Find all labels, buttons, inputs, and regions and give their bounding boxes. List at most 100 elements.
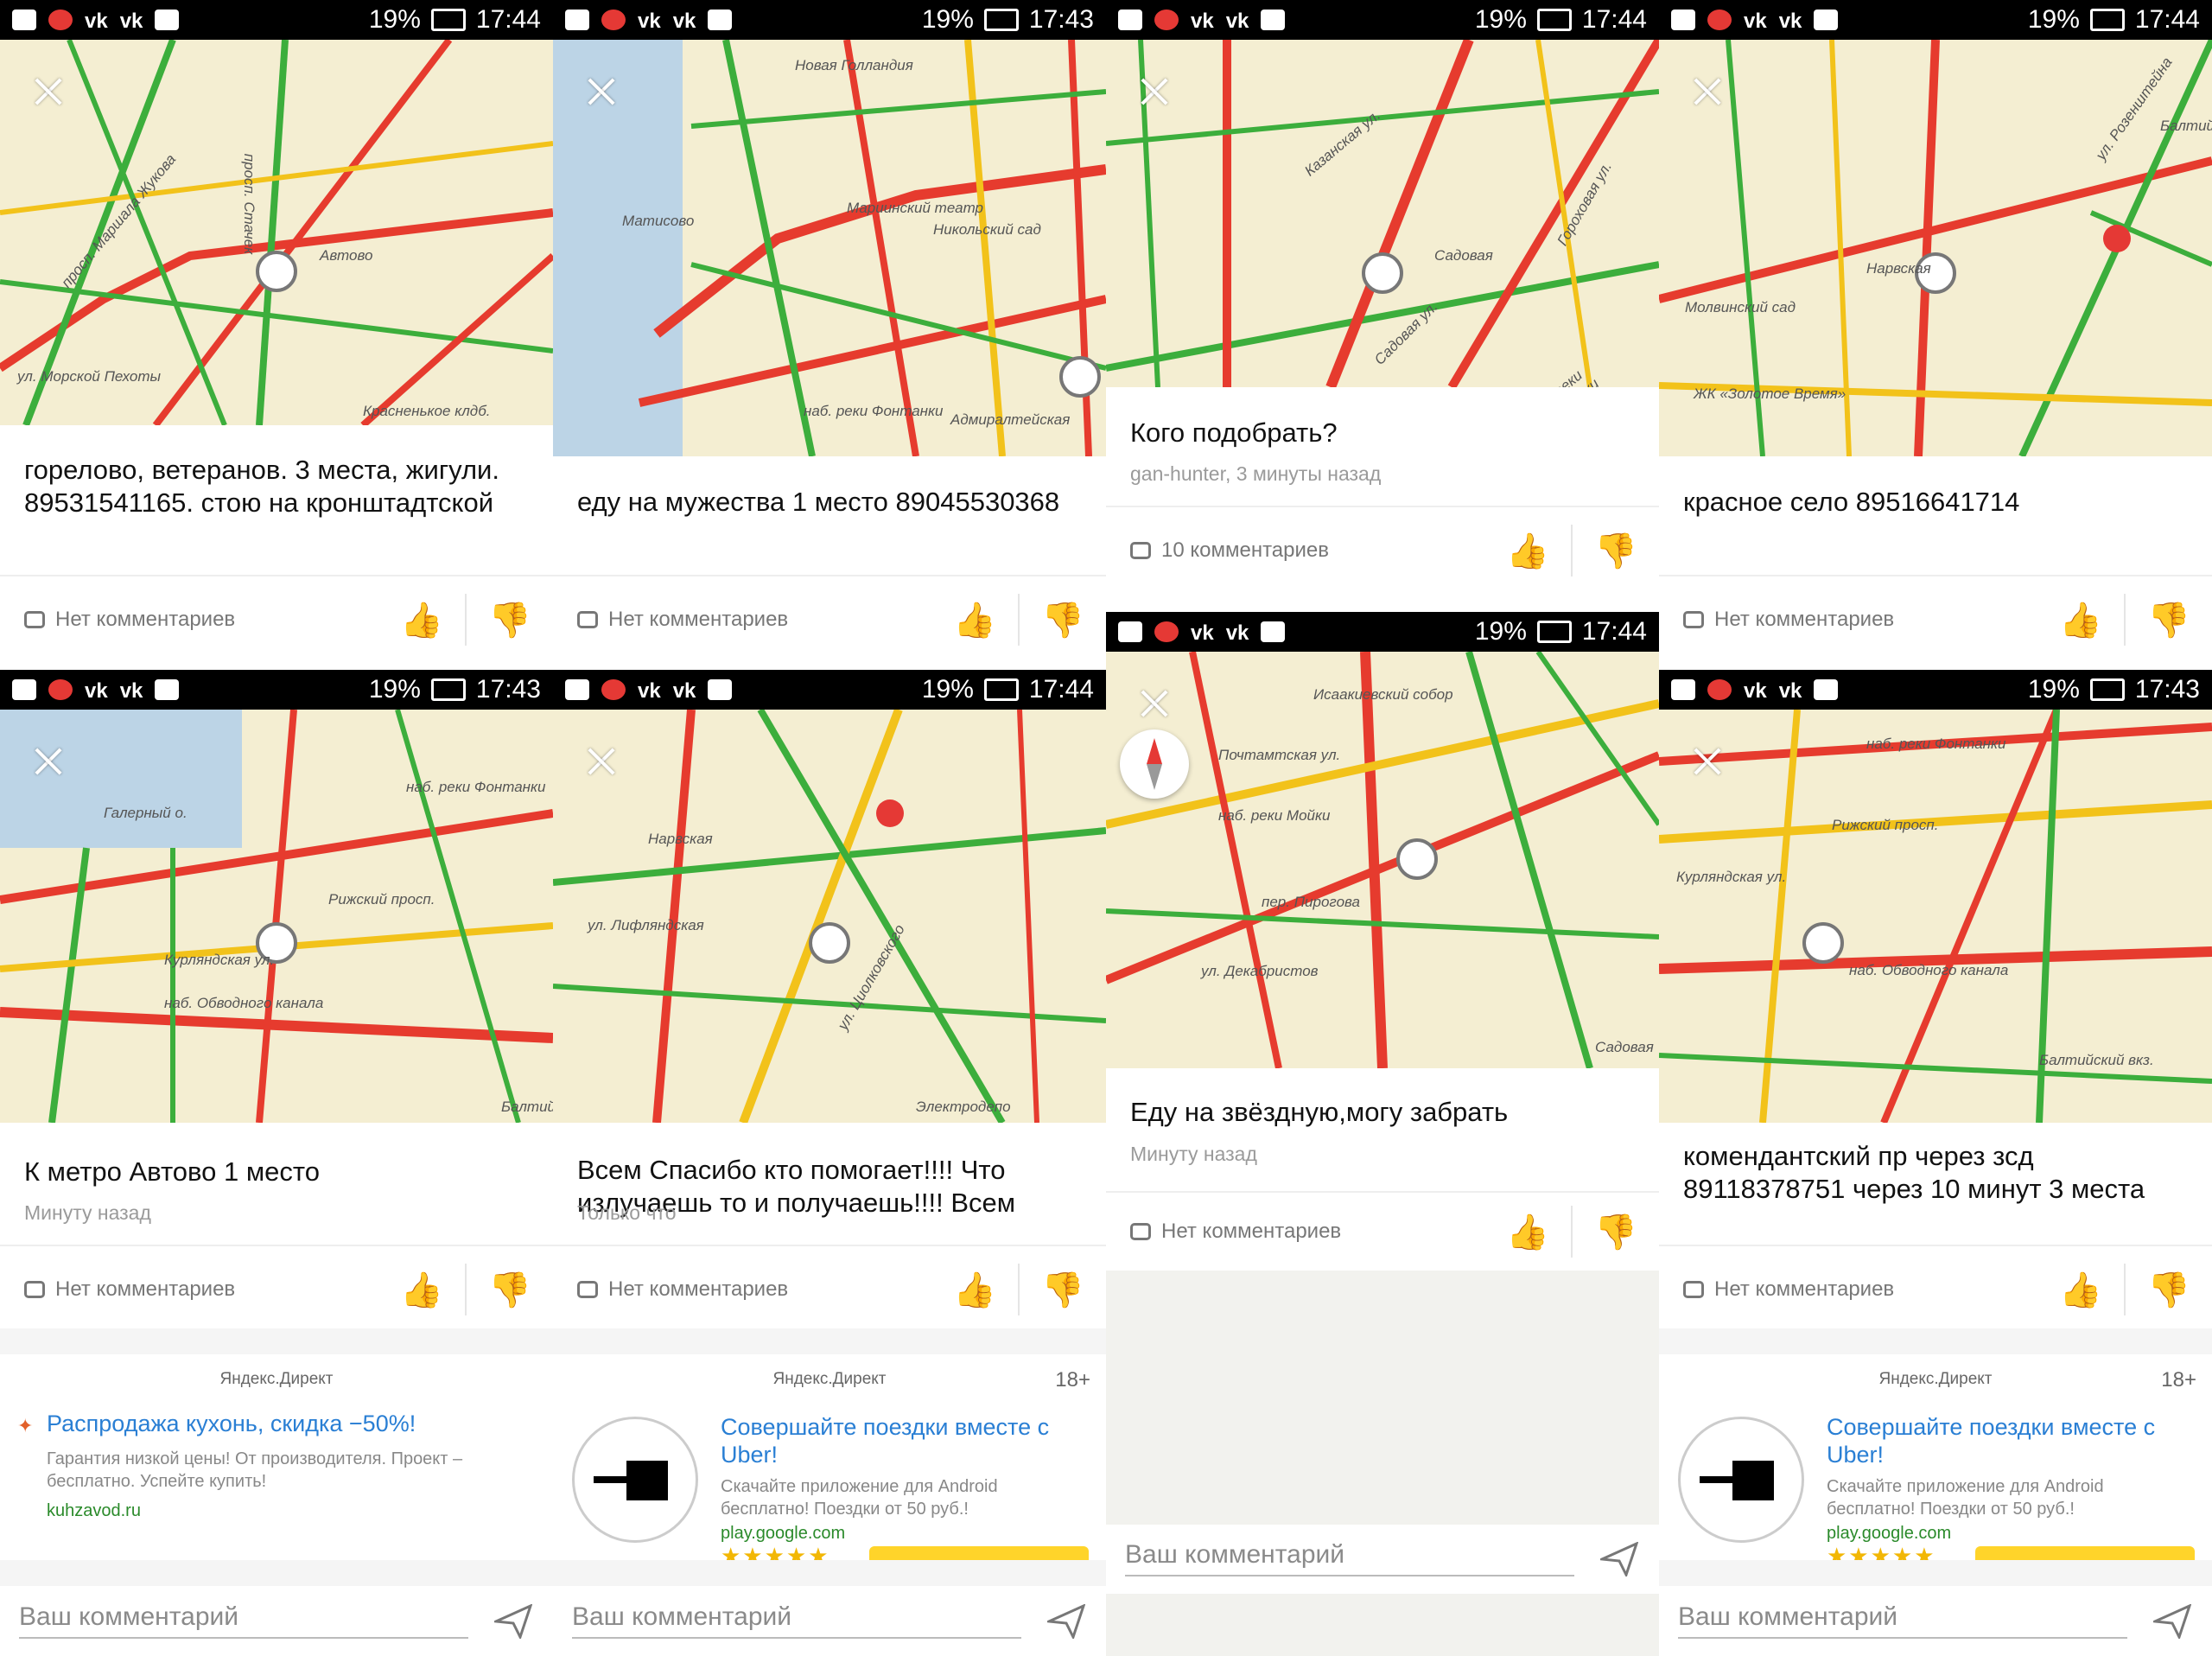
post-actions: Нет комментариев 👍 👎 [1659, 1251, 2212, 1328]
comments-link[interactable]: Нет комментариев [0, 608, 378, 632]
thumbs-down-icon[interactable]: 👎 [1020, 594, 1106, 646]
comments-link[interactable]: Нет комментариев [1659, 608, 2037, 632]
map-label: Балтийский вкз. [2039, 1052, 2154, 1068]
traffic-map[interactable]: Галерный о. наб. реки Фонтанки Рижский п… [0, 710, 553, 1123]
close-icon[interactable] [31, 744, 66, 779]
comments-link[interactable]: Нет комментариев [1106, 1220, 1484, 1244]
map-label: Рижский просп. [1832, 817, 1939, 833]
map-label: Красненькое клдб. [363, 403, 491, 419]
chat-icon [12, 10, 36, 30]
post-text: Кого подобрать? [1130, 417, 1338, 448]
comments-link[interactable]: Нет комментариев [553, 1277, 931, 1302]
thumbs-down-icon[interactable]: 👎 [467, 1264, 553, 1315]
traffic-map[interactable]: Нарвская ул. Лифляндская ул. Циолковског… [553, 710, 1106, 1123]
battery-percent: 19% [368, 5, 421, 34]
map-label: Нарвская [648, 831, 713, 847]
compass-icon[interactable] [1120, 729, 1189, 799]
close-icon[interactable] [1137, 74, 1172, 109]
traffic-map[interactable]: Новая Голландия Матисово Мариинский теат… [553, 40, 1106, 456]
clock: 17:43 [475, 675, 541, 704]
map-label: Матисово [622, 213, 695, 229]
app-icon [601, 10, 626, 30]
battery-icon [983, 9, 1019, 31]
send-icon[interactable] [1600, 1542, 1638, 1576]
comments-count: Нет комментариев [608, 1277, 789, 1301]
battery-alert-icon [708, 679, 733, 700]
comments-link[interactable]: Нет комментариев [553, 608, 931, 632]
comments-link[interactable]: Нет комментариев [0, 1277, 378, 1302]
post-meta: gan-hunter, 3 минуты назад [1130, 462, 1382, 485]
divider [0, 575, 553, 576]
battery-alert-icon [1261, 621, 1286, 642]
vk-icon: vk [638, 10, 661, 33]
traffic-map[interactable]: просп. Маршала Жукова просп. Стачек Авто… [0, 40, 553, 425]
thumbs-up-icon[interactable]: 👍 [378, 594, 465, 646]
thumbs-up-icon[interactable]: 👍 [1484, 1206, 1571, 1258]
ad-domain[interactable]: kuhzavod.ru [47, 1501, 141, 1521]
thumbs-down-icon[interactable]: 👎 [2126, 594, 2212, 646]
traffic-map[interactable]: Молвинский сад ЖК «Золотое Время» Нарвск… [1659, 40, 2212, 456]
send-icon[interactable] [494, 1604, 532, 1639]
thumbs-up-icon[interactable]: 👍 [931, 594, 1018, 646]
ad-title[interactable]: Совершайте поездки вместе с Uber! [721, 1413, 1092, 1468]
map-label: наб. Обводного канала [164, 995, 324, 1011]
divider [1659, 1245, 2212, 1246]
ad-description: Скачайте приложение для Android бесплатн… [1827, 1477, 2104, 1519]
ad-block[interactable]: Яндекс.Директ 18+ Совершайте поездки вме… [553, 1354, 1106, 1569]
status-bar: vk vk 19% 17:43 [0, 670, 553, 710]
battery-alert-icon [155, 10, 180, 30]
thumbs-down-icon[interactable]: 👎 [1020, 1264, 1106, 1315]
app-icon [601, 679, 626, 700]
close-icon[interactable] [584, 744, 619, 779]
status-bar: vk vk 19% 17:43 [1659, 670, 2212, 710]
comments-link[interactable]: Нет комментариев [1659, 1277, 2037, 1302]
thumbs-down-icon[interactable]: 👎 [1573, 525, 1659, 576]
ad-domain[interactable]: play.google.com [1827, 1524, 1951, 1544]
ad-block[interactable]: Яндекс.Директ 18+ Совершайте поездки вме… [1659, 1354, 2212, 1569]
chat-icon [565, 679, 589, 700]
chat-icon [12, 679, 36, 700]
traffic-map[interactable]: Исаакиевский собор Почтамтская ул. наб. … [1106, 652, 1659, 1068]
comment-input[interactable]: Ваш комментарий [1125, 1540, 1574, 1576]
comments-link[interactable]: 10 комментариев [1106, 538, 1484, 563]
comment-input[interactable]: Ваш комментарий [572, 1602, 1021, 1639]
send-icon[interactable] [1047, 1604, 1085, 1639]
thumbs-up-icon[interactable]: 👍 [2037, 1264, 2124, 1315]
divider [553, 1245, 1106, 1246]
thumbs-up-icon[interactable]: 👍 [1484, 525, 1571, 576]
traffic-map[interactable]: Садовая ул. Садовая Гороховая ул. наб. р… [1106, 40, 1659, 387]
traffic-map[interactable]: наб. реки Фонтанки Рижский просп. Курлян… [1659, 710, 2212, 1123]
clock: 17:44 [1581, 617, 1647, 646]
close-icon[interactable] [1690, 744, 1725, 779]
divider [1106, 506, 1659, 507]
ad-domain[interactable]: play.google.com [721, 1524, 845, 1544]
map-label: Галерный о. [104, 805, 188, 821]
app-icon [1154, 10, 1179, 30]
thumbs-up-icon[interactable]: 👍 [378, 1264, 465, 1315]
close-icon[interactable] [1690, 74, 1725, 109]
vk-icon: vk [1225, 10, 1249, 33]
send-icon[interactable] [2153, 1604, 2191, 1639]
thumbs-down-icon[interactable]: 👎 [1573, 1206, 1659, 1258]
comment-input[interactable]: Ваш комментарий [19, 1602, 468, 1639]
thumbs-up-icon[interactable]: 👍 [931, 1264, 1018, 1315]
vk-icon: vk [1778, 10, 1802, 33]
ad-title[interactable]: Распродажа кухонь, скидка −50%! [47, 1410, 416, 1437]
thumbs-down-icon[interactable]: 👎 [2126, 1264, 2212, 1315]
feed-gap [553, 1328, 1106, 1354]
thumbs-down-icon[interactable]: 👎 [467, 594, 553, 646]
close-icon[interactable] [584, 74, 619, 109]
map-label: Новая Голландия [795, 57, 913, 73]
post-actions: Нет комментариев 👍 👎 [0, 581, 553, 659]
app-icon [1154, 621, 1179, 642]
ad-block[interactable]: Яндекс.Директ ✦ Распродажа кухонь, скидк… [0, 1354, 553, 1560]
battery-alert-icon [155, 679, 180, 700]
comment-input[interactable]: Ваш комментарий [1678, 1602, 2127, 1639]
chat-icon [565, 10, 589, 30]
comment-icon [24, 1281, 45, 1298]
close-icon[interactable] [1137, 686, 1172, 721]
thumbs-up-icon[interactable]: 👍 [2037, 594, 2124, 646]
close-icon[interactable] [31, 74, 66, 109]
ad-title[interactable]: Совершайте поездки вместе с Uber! [1827, 1413, 2198, 1468]
comment-icon [24, 611, 45, 628]
